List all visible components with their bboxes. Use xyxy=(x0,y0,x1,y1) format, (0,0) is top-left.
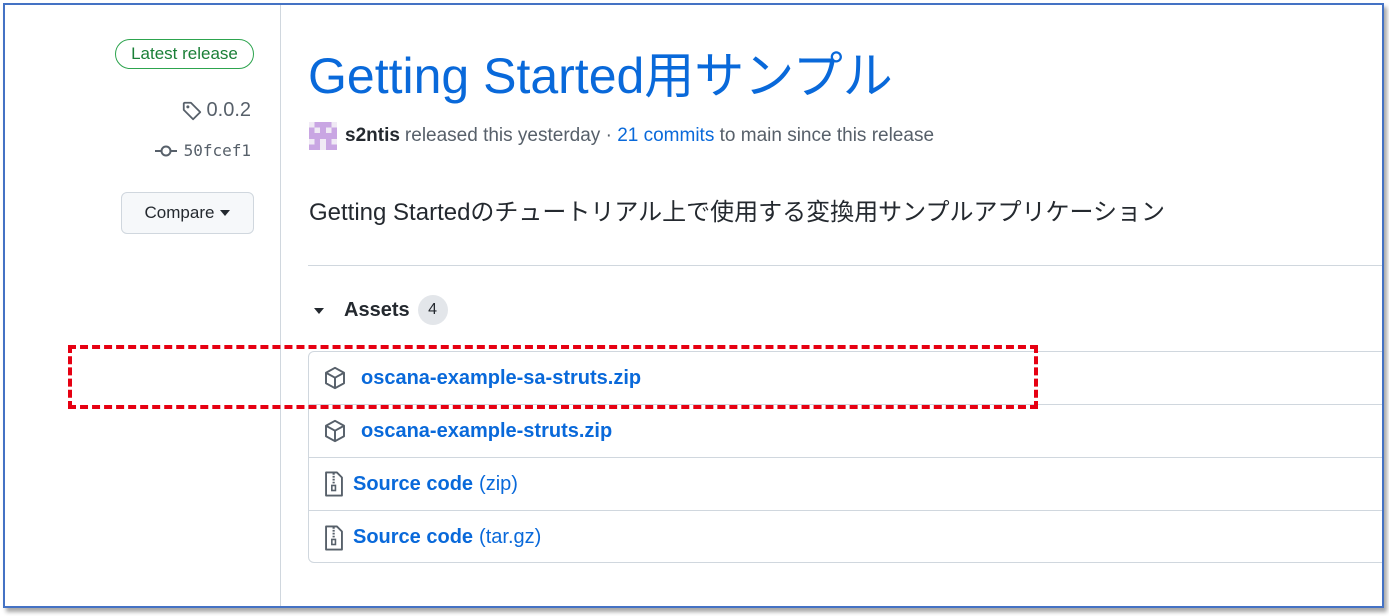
commits-suffix: to main since this release xyxy=(719,125,935,146)
asset-link[interactable]: oscana-example-sa-struts.zip xyxy=(361,367,641,390)
asset-link[interactable]: Source code xyxy=(353,526,473,549)
asset-row: oscana-example-struts.zip xyxy=(309,405,1382,458)
assets-title: Assets xyxy=(344,298,410,321)
package-icon xyxy=(325,419,345,443)
assets-count-badge: 4 xyxy=(417,295,448,325)
tag-icon xyxy=(182,101,201,120)
tag-label: 0.0.2 xyxy=(206,99,251,121)
sidebar-divider xyxy=(280,5,281,606)
released-text: released this yesterday · xyxy=(404,125,612,146)
asset-format: (tar.gz) xyxy=(479,526,542,548)
file-zip-icon xyxy=(325,471,343,497)
release-byline: s2ntis released this yesterday · 21 comm… xyxy=(309,122,934,150)
asset-row: oscana-example-sa-struts.zip xyxy=(309,352,1382,405)
compare-button[interactable]: Compare xyxy=(121,192,254,234)
release-commit[interactable]: 50fcef1 xyxy=(154,141,251,160)
asset-link[interactable]: Source code xyxy=(353,473,473,496)
file-zip-icon xyxy=(325,525,343,550)
latest-release-badge: Latest release xyxy=(115,39,254,69)
git-commit-icon xyxy=(154,145,177,156)
caret-down-icon xyxy=(220,210,231,216)
assets-list: oscana-example-sa-struts.zip oscana-exam… xyxy=(308,351,1382,564)
commits-link[interactable]: 21 commits xyxy=(617,125,714,147)
author-avatar[interactable] xyxy=(309,122,337,150)
asset-link[interactable]: oscana-example-struts.zip xyxy=(361,420,612,443)
asset-row: Source code (tar.gz) xyxy=(309,511,1382,564)
assets-toggle[interactable]: Assets 4 xyxy=(314,295,448,325)
author-link[interactable]: s2ntis xyxy=(345,125,400,147)
release-description: Getting Startedのチュートリアル上で使用する変換用サンプルアプリケ… xyxy=(309,199,1165,226)
package-icon xyxy=(325,366,345,390)
compare-label: Compare xyxy=(144,203,215,222)
asset-format: (zip) xyxy=(479,472,518,495)
triangle-down-icon xyxy=(314,308,324,314)
screenshot-frame: Latest release 0.0.2 50fcef1 Compare Get… xyxy=(3,3,1384,608)
release-tag[interactable]: 0.0.2 xyxy=(181,99,251,122)
commit-sha: 50fcef1 xyxy=(183,141,251,160)
release-title[interactable]: Getting Started用サンプル xyxy=(308,43,893,109)
section-divider xyxy=(308,265,1382,266)
asset-row: Source code (zip) xyxy=(309,458,1382,511)
